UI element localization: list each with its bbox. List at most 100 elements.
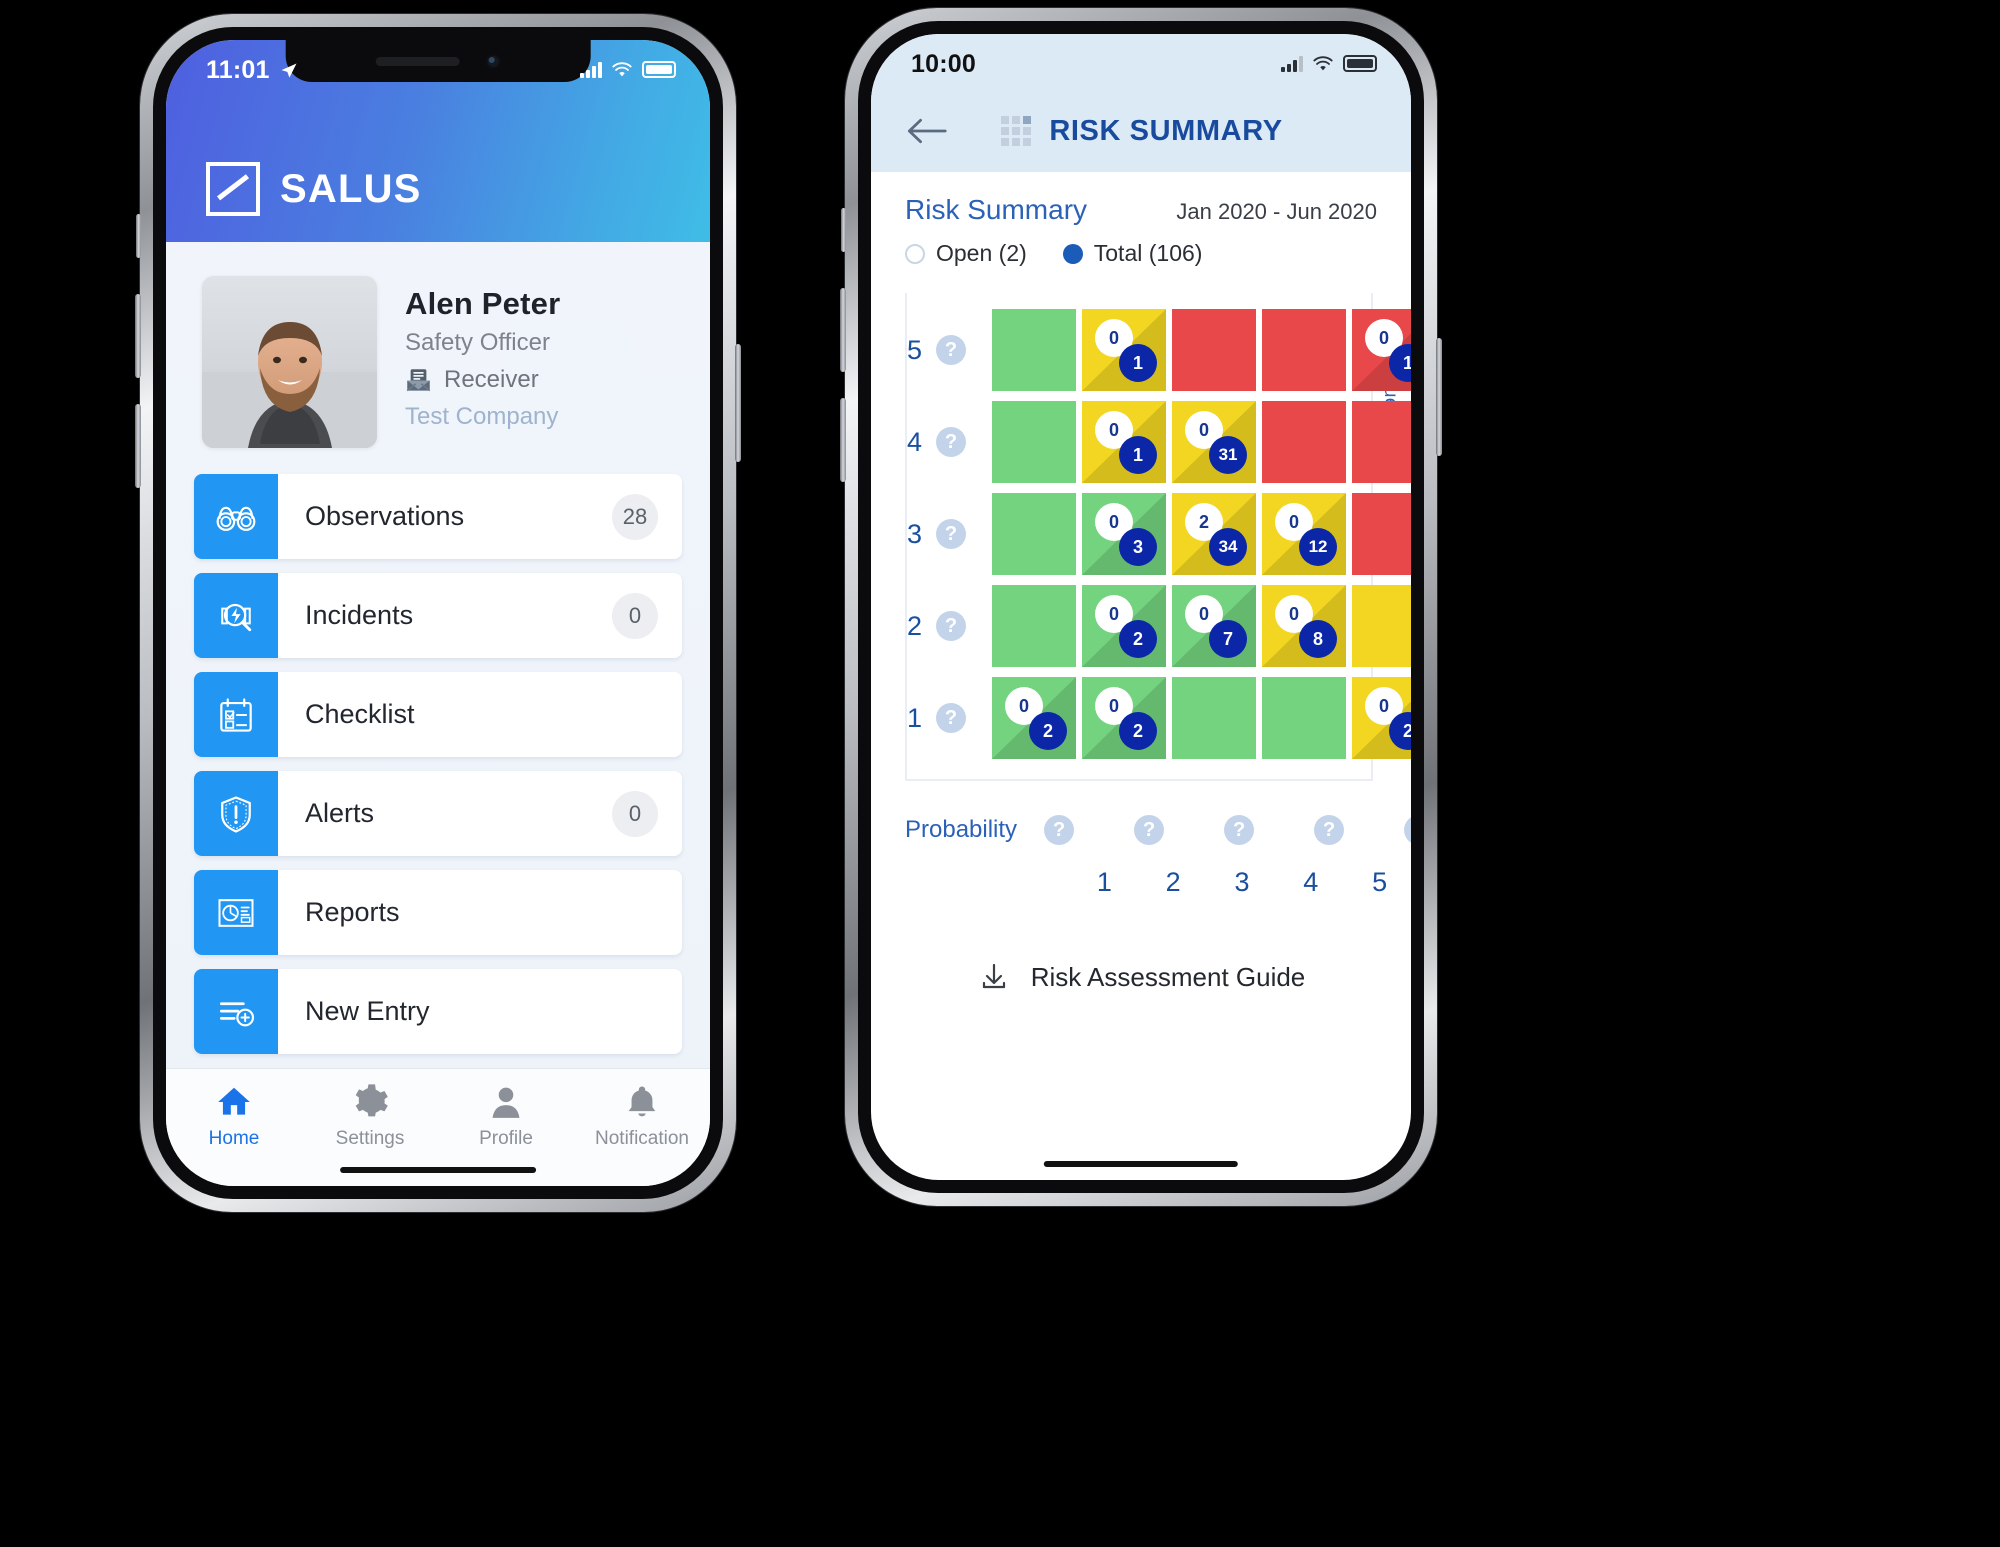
legend-open[interactable]: Open (2) — [905, 240, 1027, 267]
menu-item-alerts[interactable]: Alerts 0 — [194, 771, 682, 856]
question-mark-icon[interactable]: ? — [1224, 815, 1255, 845]
total-count-bubble: 2 — [1029, 712, 1068, 750]
matrix-cell[interactable] — [1262, 677, 1347, 759]
profile-card: Alen Peter Safety Officer Receiver Test … — [166, 242, 710, 448]
tab-settings[interactable]: Settings — [302, 1069, 438, 1164]
power-button-right[interactable] — [1436, 338, 1442, 456]
volume-up-button[interactable] — [135, 294, 141, 378]
matrix-cell[interactable]: 2 34 — [1172, 493, 1257, 575]
download-icon — [982, 963, 1005, 989]
menu-item-incidents[interactable]: Incidents 0 — [194, 573, 682, 658]
bell-icon — [628, 1086, 656, 1117]
profile-role: Safety Officer — [405, 329, 550, 356]
risk-matrix: 5 ? 0 1 0 1 4 ? 0 1 0 31 3 ? 0 3 2 34 0 … — [905, 293, 1411, 781]
matrix-cells: 0 1 0 1 — [992, 309, 1411, 391]
power-button[interactable] — [735, 344, 741, 462]
menu-label: Alerts — [305, 798, 375, 828]
menu-item-checklist[interactable]: Checklist — [194, 672, 682, 757]
total-count-bubble: 1 — [1119, 436, 1158, 474]
question-mark-icon[interactable]: ? — [1134, 815, 1165, 845]
matrix-cell[interactable]: 0 2 — [1082, 585, 1167, 667]
tab-profile[interactable]: Profile — [438, 1069, 574, 1164]
question-mark-icon[interactable]: ? — [936, 703, 967, 733]
menu-item-observations[interactable]: Observations 28 — [194, 474, 682, 559]
left-home-indicator[interactable] — [340, 1167, 536, 1173]
col-label: 1 — [1096, 867, 1112, 897]
matrix-cell[interactable]: 0 31 — [1172, 401, 1257, 483]
volume-down-button-right[interactable] — [840, 398, 846, 482]
matrix-cell[interactable] — [992, 585, 1077, 667]
matrix-cell[interactable]: 0 1 — [1082, 309, 1167, 391]
avatar — [202, 276, 377, 448]
gear-icon — [355, 1084, 388, 1117]
right-status-bar: 10:00 — [871, 34, 1411, 90]
matrix-row-2: 2 ? 0 2 0 7 0 8 — [907, 583, 1411, 669]
matrix-cell[interactable]: 0 2 — [1082, 677, 1167, 759]
matrix-row-1: 1 ? 0 2 0 2 0 2 — [907, 675, 1411, 761]
matrix-cell[interactable] — [1352, 585, 1411, 667]
matrix-cell[interactable]: 0 3 — [1082, 493, 1167, 575]
question-mark-icon[interactable]: ? — [936, 611, 967, 641]
risk-matrix-wrapper: Consequences 5 ? 0 — [871, 293, 1411, 781]
matrix-cell[interactable] — [1352, 493, 1411, 575]
matrix-cell[interactable] — [992, 309, 1077, 391]
profile-receiver-row: Receiver — [405, 366, 560, 394]
question-mark-icon[interactable]: ? — [1314, 815, 1345, 845]
main-menu-list: Observations 28 Incidents 0 Checklist Al… — [166, 448, 710, 1054]
menu-count-badge: 28 — [612, 493, 658, 540]
status-time-text: 11:01 — [206, 56, 270, 84]
matrix-cell[interactable] — [1172, 677, 1257, 759]
tab-label: Home — [208, 1128, 260, 1149]
matrix-row-5: 5 ? 0 1 0 1 — [907, 307, 1411, 393]
matrix-cells: 0 2 0 7 0 8 — [992, 585, 1411, 667]
cellular-signal-icon — [1281, 55, 1303, 72]
row-label: 2 — [907, 610, 923, 641]
volume-up-button-right[interactable] — [840, 288, 846, 372]
total-count-bubble: 3 — [1119, 528, 1158, 566]
menu-item-new-entry[interactable]: New Entry — [194, 969, 682, 1054]
matrix-cell[interactable] — [1352, 401, 1411, 483]
total-count-bubble: 7 — [1209, 620, 1248, 658]
matrix-cell[interactable] — [992, 401, 1077, 483]
matrix-cell[interactable]: 0 7 — [1172, 585, 1257, 667]
question-mark-icon[interactable]: ? — [936, 335, 967, 365]
menu-label: New Entry — [305, 996, 430, 1026]
matrix-cell[interactable]: 0 12 — [1262, 493, 1347, 575]
incident-search-icon — [194, 573, 278, 658]
mute-switch-right[interactable] — [841, 208, 846, 252]
matrix-cell[interactable] — [1262, 401, 1347, 483]
volume-down-button[interactable] — [135, 404, 141, 488]
tab-notification[interactable]: Notification — [574, 1069, 710, 1164]
summary-title: Risk Summary — [905, 194, 1088, 225]
tab-home[interactable]: Home — [166, 1069, 302, 1164]
risk-assessment-guide-link[interactable]: Risk Assessment Guide — [871, 960, 1411, 994]
question-mark-icon[interactable]: ? — [936, 519, 967, 549]
col-label: 4 — [1303, 867, 1319, 897]
report-chart-icon — [194, 870, 278, 955]
matrix-cell[interactable]: 0 1 — [1352, 309, 1411, 391]
matrix-cell[interactable]: 0 1 — [1082, 401, 1167, 483]
menu-item-reports[interactable]: Reports — [194, 870, 682, 955]
question-mark-icon[interactable]: ? — [936, 427, 967, 457]
question-mark-icon[interactable]: ? — [1404, 815, 1411, 845]
binoculars-icon — [194, 474, 278, 559]
legend-total[interactable]: Total (106) — [1062, 240, 1202, 267]
row-label: 5 — [907, 334, 923, 365]
right-home-indicator[interactable] — [1043, 1161, 1239, 1167]
risk-summary-header: RISK SUMMARY — [871, 90, 1411, 172]
matrix-cell[interactable]: 0 2 — [992, 677, 1077, 759]
matrix-cell[interactable]: 0 2 — [1352, 677, 1411, 759]
matrix-cell[interactable] — [1172, 309, 1257, 391]
mute-switch[interactable] — [136, 214, 141, 258]
legend-dot-total — [1062, 243, 1083, 264]
question-mark-icon[interactable]: ? — [1044, 815, 1075, 845]
matrix-cell[interactable]: 0 8 — [1262, 585, 1347, 667]
grid-matrix-icon — [1001, 116, 1032, 146]
salus-logo: SALUS — [206, 162, 422, 216]
guide-label: Risk Assessment Guide — [1030, 961, 1306, 992]
menu-label: Observations — [305, 501, 465, 531]
matrix-cell[interactable] — [1262, 309, 1347, 391]
matrix-cells: 0 1 0 31 — [992, 401, 1411, 483]
matrix-cell[interactable] — [992, 493, 1077, 575]
shield-alert-icon — [194, 771, 278, 856]
